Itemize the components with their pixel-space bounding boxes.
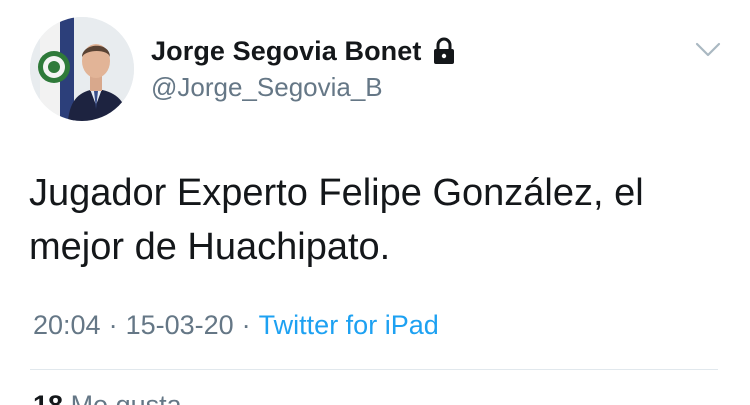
likes-count: 18	[33, 390, 64, 405]
avatar-image	[30, 17, 134, 121]
lock-icon	[431, 37, 457, 65]
tweet-meta: 20:04 · 15-03-20 · Twitter for iPad	[33, 310, 439, 341]
tweet-stats[interactable]: 18 Me gusta	[33, 390, 182, 405]
tweet-text: Jugador Experto Felipe González, el mejo…	[29, 172, 644, 268]
chevron-down-icon[interactable]	[693, 37, 723, 61]
user-handle[interactable]: @Jorge_Segovia_B	[151, 72, 383, 103]
meta-separator: ·	[108, 310, 118, 340]
name-row: Jorge Segovia Bonet	[151, 34, 457, 68]
tweet-card: Jorge Segovia Bonet @Jorge_Segovia_B Jug…	[0, 0, 750, 405]
tweet-source-link[interactable]: Twitter for iPad	[259, 310, 439, 341]
meta-separator: ·	[241, 310, 251, 340]
likes-label: Me gusta	[70, 390, 182, 405]
tweet-date: 15-03-20	[125, 310, 234, 340]
display-name[interactable]: Jorge Segovia Bonet	[151, 36, 421, 67]
tweet-time: 20:04	[33, 310, 101, 340]
divider	[30, 369, 718, 370]
avatar[interactable]	[30, 17, 134, 121]
